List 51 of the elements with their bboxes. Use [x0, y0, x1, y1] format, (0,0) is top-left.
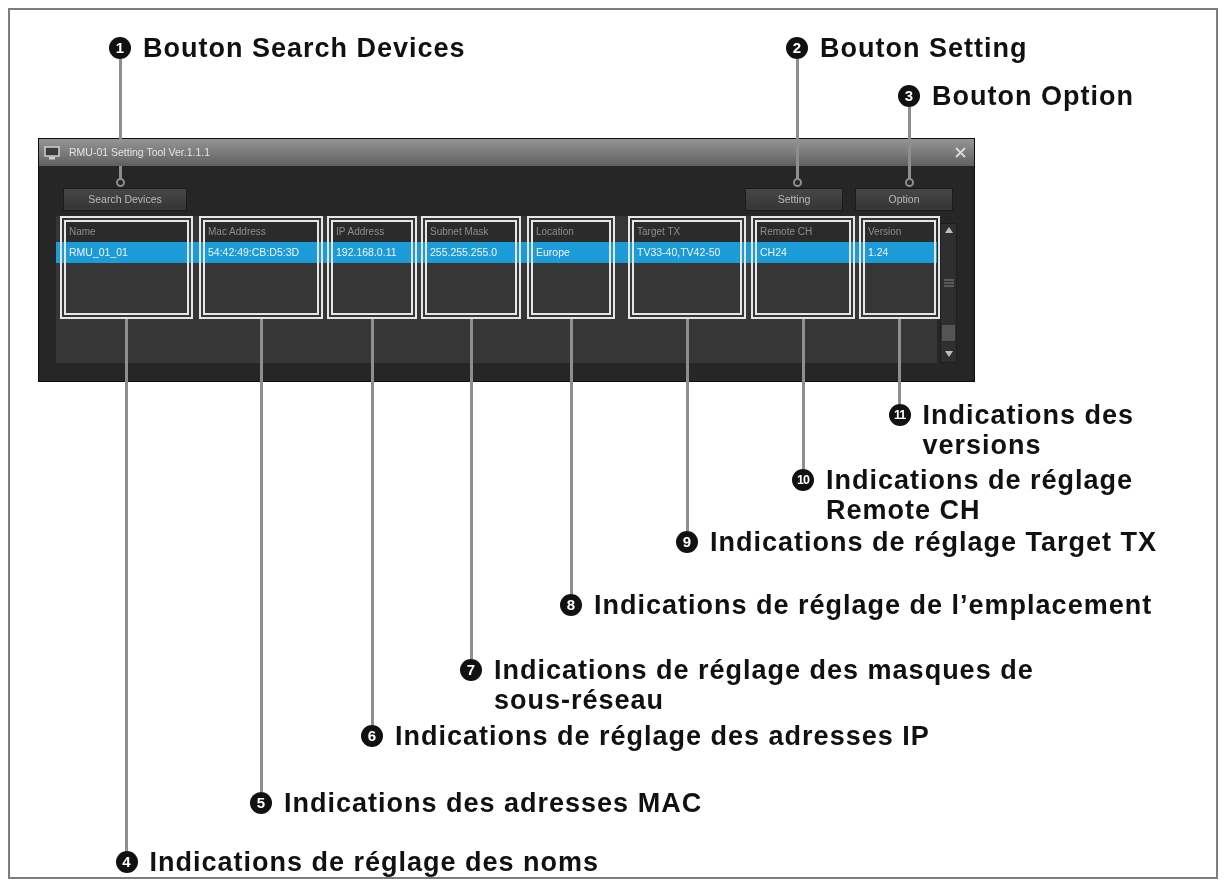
toolbar-button[interactable]: Option [855, 188, 953, 211]
callout-number: 9 [676, 531, 698, 553]
column-header[interactable]: Subnet Mask [427, 222, 515, 242]
callout-label: Indications des versions [922, 400, 1136, 460]
selected-row-highlight[interactable] [56, 242, 937, 263]
callout-number: 4 [115, 851, 138, 873]
column-header[interactable]: IP Address [333, 222, 411, 242]
close-icon[interactable] [955, 147, 966, 158]
toolbar-button[interactable]: Setting [745, 188, 843, 211]
callout-label: Bouton Setting [820, 33, 1028, 63]
column-header[interactable]: Remote CH [757, 222, 849, 242]
table-cell-text: RMU_01_01 [68, 245, 129, 260]
table-cell-text: Europe [535, 245, 571, 260]
scroll-up-icon[interactable] [944, 227, 953, 233]
callout-label: Bouton Search Devices [143, 33, 466, 63]
table-cell-text: CH24 [759, 245, 788, 260]
column-header[interactable]: Location [533, 222, 609, 242]
window-title: RMU-01 Setting Tool Ver.1.1.1 [69, 144, 211, 160]
callout-number: 6 [361, 725, 383, 747]
callout-label: Indications de réglage des masques de sous-réseau [494, 655, 1035, 715]
column-header[interactable]: Name [66, 222, 187, 242]
table-cell-text: 255.255.255.0 [429, 245, 499, 260]
table-cell-text: TV33-40,TV42-50 [636, 245, 722, 260]
table-cell-text: 54:42:49:CB:D5:3D [207, 245, 301, 260]
callout-number: 2 [786, 37, 808, 59]
toolbar-button[interactable]: Search Devices [63, 188, 187, 211]
callout-label: Indications de réglage Remote CH [826, 465, 1135, 525]
table-cell-text: 1.24 [867, 245, 890, 260]
grip-icon [943, 279, 954, 287]
table-cell-text: 192.168.0.11 [335, 245, 398, 260]
scrollbar-thumb[interactable] [942, 325, 955, 341]
column-header[interactable]: Version [865, 222, 934, 242]
callout-number: 8 [560, 594, 582, 616]
monitor-icon [44, 145, 60, 160]
callout-label: Indications de réglage des adresses IP [395, 721, 930, 751]
callout-number: 11 [888, 404, 911, 426]
column-header[interactable]: Mac Address [205, 222, 317, 242]
callout-number: 7 [460, 659, 482, 681]
callout-number: 10 [792, 469, 814, 491]
callout-number: 1 [109, 37, 131, 59]
callout-label: Indications des adresses MAC [284, 788, 703, 818]
scrollbar[interactable] [940, 223, 957, 363]
leader-line [115, 166, 125, 187]
callout-number: 3 [898, 85, 920, 107]
callout-label: Indications de réglage de l’emplacement [594, 590, 1153, 620]
callout-label: Bouton Option [932, 81, 1134, 111]
column-header[interactable]: Target TX [634, 222, 740, 242]
callout-number: 5 [250, 792, 272, 814]
callout-label: Indications de réglage Target TX [710, 527, 1158, 557]
scroll-down-icon[interactable] [944, 351, 953, 357]
callout-label: Indications de réglage des noms [149, 847, 600, 877]
